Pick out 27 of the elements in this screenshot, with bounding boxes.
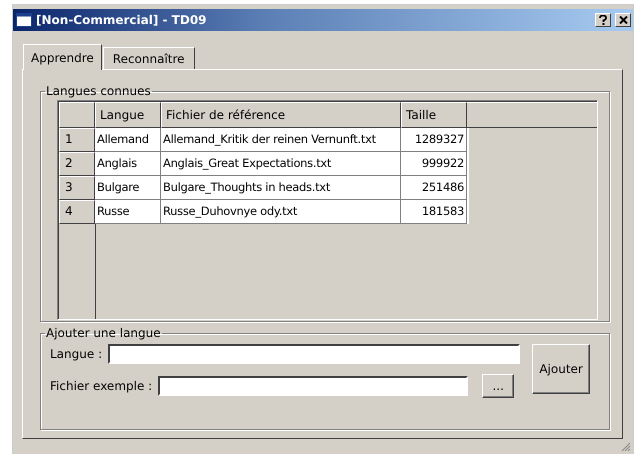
row-header[interactable]: 3 — [59, 176, 95, 200]
add-button[interactable]: Ajouter — [532, 344, 590, 394]
table-cell: 181583 — [401, 200, 467, 224]
window-title: [Non-Commercial] - TD09 — [36, 13, 207, 27]
column-header[interactable]: Fichier de référence — [161, 102, 401, 128]
group-title: Ajouter une langue — [45, 326, 162, 340]
column-header[interactable]: Langue — [95, 102, 161, 128]
table-cell: Russe_Duhovnye ody.txt — [161, 200, 401, 224]
help-button[interactable] — [595, 13, 611, 27]
file-input[interactable] — [158, 376, 468, 396]
close-button[interactable] — [615, 13, 631, 27]
table-cell: Russe — [95, 200, 161, 224]
close-icon — [618, 16, 628, 24]
help-icon — [599, 15, 607, 25]
row-header[interactable]: 1 — [59, 128, 95, 152]
column-header[interactable]: Taille — [401, 102, 467, 128]
row-header[interactable]: 2 — [59, 152, 95, 176]
tab[interactable]: Apprendre — [23, 44, 102, 70]
resize-grip-icon — [621, 442, 631, 452]
window-icon — [16, 13, 32, 27]
file-label: Fichier exemple : — [50, 379, 152, 393]
group-title: Langues connues — [45, 84, 152, 98]
browse-button[interactable]: ... — [482, 374, 514, 398]
row-header[interactable]: 4 — [59, 200, 95, 224]
language-label: Langue : — [50, 347, 102, 361]
tab[interactable]: Reconnaître — [102, 47, 195, 69]
language-input[interactable] — [108, 344, 520, 364]
